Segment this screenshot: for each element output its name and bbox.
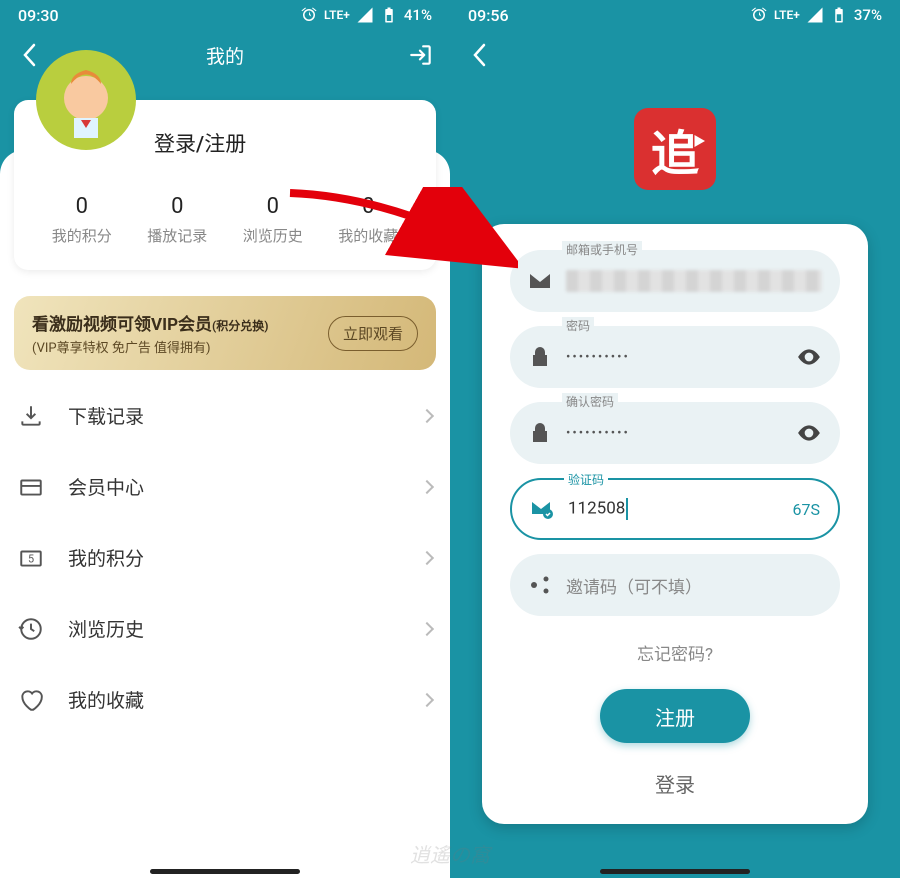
forgot-password-link[interactable]: 忘记密码? bbox=[510, 640, 840, 665]
content-area: 登录/注册 0我的积分 0播放记录 0浏览历史 0我的收藏 看激励视频可领VIP… bbox=[0, 150, 450, 878]
back-button[interactable] bbox=[464, 40, 494, 70]
battery-icon bbox=[380, 6, 398, 24]
register-button[interactable]: 注册 bbox=[600, 689, 750, 743]
password-field[interactable]: 密码 •••••••••• bbox=[510, 326, 840, 388]
stats-row: 0我的积分 0播放记录 0浏览历史 0我的收藏 bbox=[34, 194, 416, 246]
status-bar: 09:30 LTE+ 41% bbox=[0, 0, 450, 30]
menu-points[interactable]: 5 我的积分 bbox=[14, 522, 436, 593]
status-time: 09:30 bbox=[18, 6, 59, 25]
card-icon bbox=[18, 474, 44, 500]
chevron-right-icon bbox=[420, 621, 434, 635]
svg-text:5: 5 bbox=[28, 552, 34, 565]
code-value: 112508 bbox=[568, 498, 787, 520]
menu-favorites[interactable]: 我的收藏 bbox=[14, 664, 436, 735]
invite-placeholder: 邀请码（可不填） bbox=[566, 573, 822, 598]
avatar-icon bbox=[46, 60, 126, 140]
chevron-left-icon bbox=[472, 43, 486, 67]
eye-icon[interactable] bbox=[796, 344, 822, 370]
login-register-link[interactable]: 登录/注册 bbox=[154, 120, 416, 158]
stat-playback[interactable]: 0播放记录 bbox=[130, 194, 226, 246]
confirm-password-field[interactable]: 确认密码 •••••••••• bbox=[510, 402, 840, 464]
chevron-right-icon bbox=[420, 550, 434, 564]
email-field[interactable]: 邮箱或手机号 bbox=[510, 250, 840, 312]
invite-code-field[interactable]: 邀请码（可不填） bbox=[510, 554, 840, 616]
status-bar: 09:56 LTE+ 37% bbox=[450, 0, 900, 30]
money-icon: 5 bbox=[18, 545, 44, 571]
eye-icon[interactable] bbox=[796, 420, 822, 446]
status-right: LTE+ 37% bbox=[750, 6, 882, 24]
stat-favorites[interactable]: 0我的收藏 bbox=[321, 194, 417, 246]
heart-icon bbox=[18, 687, 44, 713]
vip-text: 看激励视频可领VIP会员(积分兑换) (VIP尊享特权 免广告 值得拥有) bbox=[32, 310, 268, 356]
vip-banner[interactable]: 看激励视频可领VIP会员(积分兑换) (VIP尊享特权 免广告 值得拥有) 立即… bbox=[14, 296, 436, 370]
logout-button[interactable] bbox=[406, 40, 436, 70]
status-time: 09:56 bbox=[468, 6, 509, 25]
phone-left-profile: 09:30 LTE+ 41% 我的 登 bbox=[0, 0, 450, 878]
mail-icon bbox=[528, 269, 552, 293]
lock-icon bbox=[528, 421, 552, 445]
alarm-icon bbox=[750, 6, 768, 24]
menu-history[interactable]: 浏览历史 bbox=[14, 593, 436, 664]
lte-label: LTE+ bbox=[324, 8, 350, 22]
exit-icon bbox=[408, 42, 434, 68]
login-link[interactable]: 登录 bbox=[510, 769, 840, 798]
battery-pct: 41% bbox=[404, 6, 432, 24]
vip-watch-button[interactable]: 立即观看 bbox=[328, 316, 418, 351]
confirm-password-value: •••••••••• bbox=[566, 426, 796, 441]
menu-list: 下载记录 会员中心 5 我的积分 浏览历史 我的收藏 bbox=[14, 380, 436, 735]
email-value-blurred bbox=[566, 270, 822, 292]
back-button[interactable] bbox=[14, 40, 44, 70]
verification-code-field[interactable]: 验证码 112508 67S bbox=[510, 478, 840, 540]
alarm-icon bbox=[300, 6, 318, 24]
chevron-right-icon bbox=[420, 479, 434, 493]
password-value: •••••••••• bbox=[566, 350, 796, 365]
status-right: LTE+ 41% bbox=[300, 6, 432, 24]
mail-check-icon bbox=[530, 497, 554, 521]
menu-vip-center[interactable]: 会员中心 bbox=[14, 451, 436, 522]
chevron-left-icon bbox=[22, 43, 36, 67]
text-cursor bbox=[626, 498, 628, 520]
battery-pct: 37% bbox=[854, 6, 882, 24]
stat-history[interactable]: 0浏览历史 bbox=[225, 194, 321, 246]
history-icon bbox=[18, 616, 44, 642]
avatar[interactable] bbox=[36, 50, 136, 150]
register-form: 邮箱或手机号 密码 •••••••••• 确认密码 •••••••••• 验证码… bbox=[482, 224, 868, 824]
lte-label: LTE+ bbox=[774, 8, 800, 22]
chevron-right-icon bbox=[420, 408, 434, 422]
menu-downloads[interactable]: 下载记录 bbox=[14, 380, 436, 451]
battery-icon bbox=[830, 6, 848, 24]
nav-bar bbox=[150, 869, 300, 874]
profile-card: 登录/注册 0我的积分 0播放记录 0浏览历史 0我的收藏 bbox=[14, 100, 436, 270]
phone-right-register: 09:56 LTE+ 37% 追 邮箱或手机号 密码 •••••••••• bbox=[450, 0, 900, 878]
lock-icon bbox=[528, 345, 552, 369]
signal-icon bbox=[806, 6, 824, 24]
stat-points[interactable]: 0我的积分 bbox=[34, 194, 130, 246]
nav-bar bbox=[600, 869, 750, 874]
chevron-right-icon bbox=[420, 692, 434, 706]
share-icon bbox=[528, 573, 552, 597]
signal-icon bbox=[356, 6, 374, 24]
download-icon bbox=[18, 403, 44, 429]
topbar bbox=[450, 30, 900, 80]
app-logo: 追 bbox=[634, 108, 716, 190]
code-countdown: 67S bbox=[793, 500, 820, 519]
